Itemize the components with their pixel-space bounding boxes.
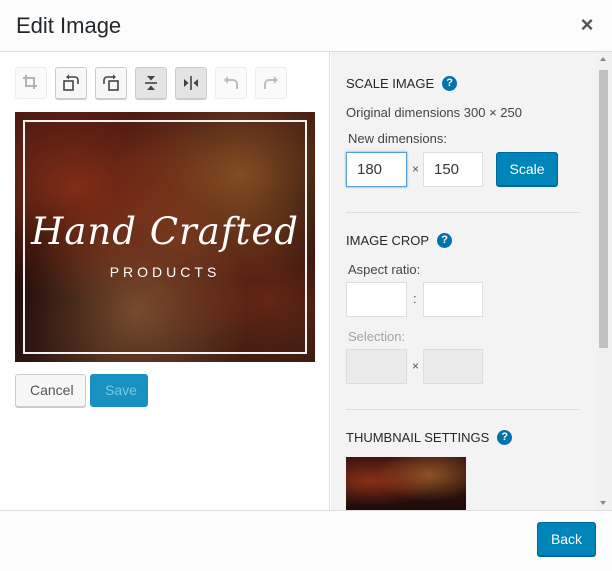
original-dimensions: Original dimensions 300 × 250	[346, 105, 522, 120]
image-preview[interactable]: Hand Crafted PRODUCTS	[15, 112, 315, 362]
close-button[interactable]: ×	[576, 14, 598, 36]
selection-height-input[interactable]	[423, 349, 483, 384]
crop-button[interactable]	[15, 67, 47, 99]
aspect-ratio-label: Aspect ratio:	[348, 262, 421, 277]
preview-title: Hand Crafted	[31, 210, 299, 253]
new-dimensions-label: New dimensions:	[348, 131, 447, 146]
back-button[interactable]: Back	[537, 522, 596, 556]
scale-image-heading: Scale Image ?	[346, 76, 458, 91]
cancel-button[interactable]: Cancel	[15, 374, 86, 407]
rotate-left-icon	[63, 74, 79, 91]
settings-pane: Scale Image ? Original dimensions 300 × …	[331, 52, 612, 510]
divider	[346, 409, 579, 410]
modal-footer: Back	[0, 510, 612, 571]
modal-title: Edit Image	[16, 13, 122, 38]
aspect-width-input[interactable]	[346, 282, 407, 317]
image-toolbar	[15, 67, 287, 101]
flip-vertical-icon	[145, 76, 157, 90]
flip-horizontal-icon	[184, 76, 198, 90]
scale-separator: ×	[412, 162, 420, 176]
rotate-right-icon	[103, 74, 119, 91]
crop-heading-label: Image Crop	[346, 233, 430, 248]
save-button[interactable]: Save	[90, 374, 148, 407]
aspect-height-input[interactable]	[423, 282, 483, 317]
help-icon[interactable]: ?	[437, 233, 453, 248]
thumbnail-heading-label: Thumbnail Settings	[346, 430, 490, 445]
scale-button[interactable]: Scale	[496, 152, 558, 186]
selection-label: Selection:	[348, 329, 406, 344]
preview-subtitle: PRODUCTS	[109, 264, 221, 280]
image-editor-pane: Hand Crafted PRODUCTS Cancel Save	[0, 52, 330, 510]
thumbnail-photo	[346, 457, 466, 510]
scroll-up-icon[interactable]	[600, 57, 606, 61]
redo-icon	[264, 76, 278, 89]
undo-icon	[224, 76, 238, 89]
selection-separator: ×	[412, 359, 420, 373]
selection-width-input[interactable]	[346, 349, 407, 384]
divider	[346, 212, 579, 213]
modal-header: Edit Image ×	[0, 0, 612, 52]
rotate-right-button[interactable]	[95, 67, 127, 99]
scale-height-input[interactable]: 150	[423, 152, 483, 187]
redo-button[interactable]	[255, 67, 287, 99]
aspect-separator: :	[413, 291, 417, 306]
undo-button[interactable]	[215, 67, 247, 99]
flip-horizontal-button[interactable]	[175, 67, 207, 99]
thumbnail-settings-heading: Thumbnail Settings ?	[346, 430, 513, 445]
editor-actions: Cancel Save	[15, 374, 148, 407]
scrollbar[interactable]	[595, 52, 612, 510]
scrollbar-thumb[interactable]	[599, 70, 608, 348]
scale-heading-label: Scale Image	[346, 76, 435, 91]
scroll-down-icon[interactable]	[600, 501, 606, 505]
flip-vertical-button[interactable]	[135, 67, 167, 99]
rotate-left-button[interactable]	[55, 67, 87, 99]
scale-width-input[interactable]: 180	[346, 152, 407, 187]
thumbnail-preview	[346, 457, 466, 510]
image-crop-heading: Image Crop ?	[346, 233, 453, 248]
crop-icon	[23, 75, 37, 89]
help-icon[interactable]: ?	[497, 430, 513, 445]
help-icon[interactable]: ?	[442, 76, 458, 91]
